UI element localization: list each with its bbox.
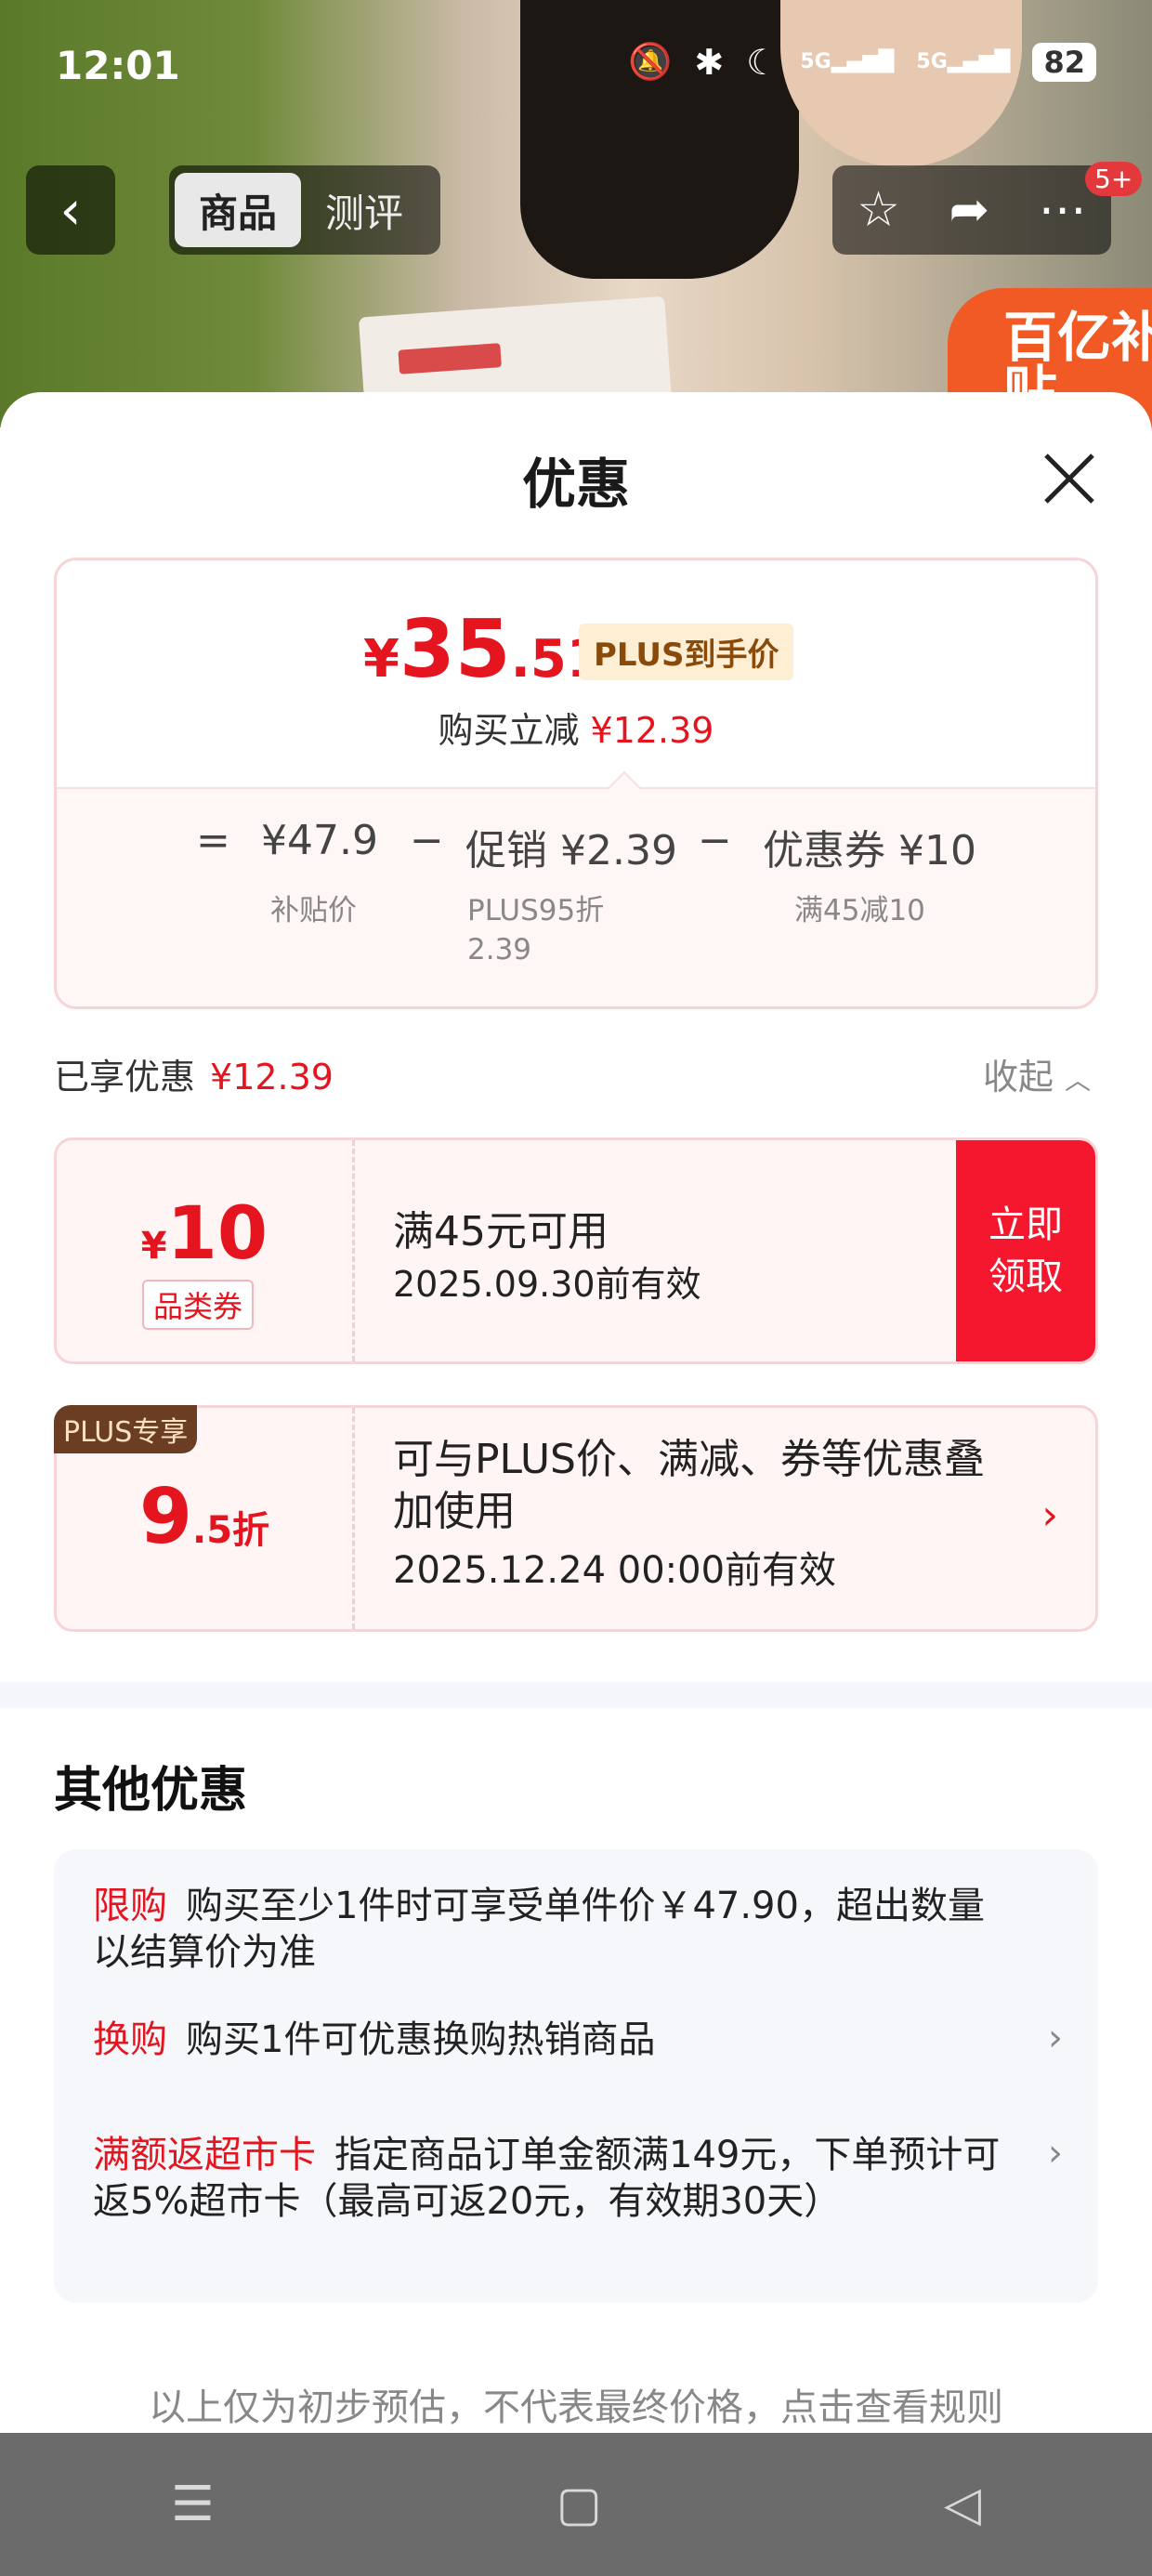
signal-5g-icon-2: 5G▂▄▆█ xyxy=(916,50,1011,73)
chevron-right-icon: › xyxy=(1048,2132,1063,2175)
battery-icon: 82 xyxy=(1032,42,1096,82)
formula-minus: − xyxy=(698,817,732,864)
nav-actions: ☆ ➦ ⋯ xyxy=(832,165,1111,255)
back-triangle-icon[interactable]: ◁ xyxy=(944,2477,981,2532)
top-tabs: 商品 测评 xyxy=(169,165,440,255)
formula-equals: = xyxy=(196,817,230,864)
status-bar: 12:01 🔕 ✱ ☾ 5G▂▄▆█ 5G▂▄▆█ 82 xyxy=(0,0,1152,139)
discount-sheet: 优惠 ¥35.51 PLUS到手价 购买立减 ¥12.39 = ¥47.9 − 促… xyxy=(0,392,1152,2576)
star-icon[interactable]: ☆ xyxy=(857,182,900,238)
coupon-category: 品类券 xyxy=(142,1280,255,1330)
coupon-amount: ¥10 xyxy=(140,1192,268,1276)
tab-product[interactable]: 商品 xyxy=(175,173,301,247)
formula-coupon: 优惠券 ¥10 xyxy=(763,827,976,874)
signal-5g-icon: 5G▂▄▆█ xyxy=(800,50,895,73)
formula-promo: 促销 ¥2.39 xyxy=(465,827,677,874)
formula-coupon-sub: 满45减10 xyxy=(794,894,925,927)
offer-item-card-rebate[interactable]: 满额返超市卡 指定商品订单金额满149元，下单预计可返5%超市卡（最高可返20元，… xyxy=(93,2132,1013,2225)
status-time: 12:01 xyxy=(56,43,180,88)
formula-minus: − xyxy=(410,817,444,864)
plus-discount-value: 9.5折 xyxy=(138,1473,270,1561)
moon-icon: ☾ xyxy=(746,41,779,83)
menu-icon[interactable]: ☰ xyxy=(171,2477,215,2532)
price-card: ¥35.51 PLUS到手价 购买立减 ¥12.39 = ¥47.9 − 促销 ¥… xyxy=(54,558,1098,1009)
formula-promo-sub: PLUS95折 2.39 xyxy=(467,894,605,966)
formula-base: ¥47.9 xyxy=(261,817,378,864)
system-nav-bar: ☰ ▢ ◁ xyxy=(0,2433,1152,2576)
coupon-condition: 满45元可用 xyxy=(393,1208,609,1255)
plus-exclusive-badge: PLUS专享 xyxy=(54,1405,198,1453)
coupon-validity: 2025.09.30前有效 xyxy=(393,1264,701,1305)
chevron-up-icon: ︿ xyxy=(1065,1065,1092,1096)
instant-save: 购买立减 ¥12.39 xyxy=(438,710,714,751)
bluetooth-icon: ✱ xyxy=(694,41,725,83)
back-button[interactable]: ‹ xyxy=(26,165,115,255)
mute-icon: 🔕 xyxy=(628,41,673,82)
section-divider xyxy=(0,1682,1152,1708)
plus-price-tag: PLUS到手价 xyxy=(579,624,794,680)
plus-discount-card[interactable]: 9.5折 PLUS专享 可与PLUS价、满减、券等优惠叠加使用 2025.12.… xyxy=(54,1405,1098,1632)
collapse-button[interactable]: 收起 ︿ xyxy=(983,1048,1091,1099)
plus-discount-desc: 可与PLUS价、满减、券等优惠叠加使用 xyxy=(393,1436,985,1535)
enjoyed-discount: 已享优惠 ¥12.39 xyxy=(54,1057,334,1097)
tab-review[interactable]: 测评 xyxy=(301,173,427,247)
price-formula: = ¥47.9 − 促销 ¥2.39 − 优惠券 ¥10 补贴价 PLUS95折… xyxy=(57,787,1095,1006)
plus-discount-validity: 2025.12.24 00:00前有效 xyxy=(393,1549,837,1592)
other-offers-title: 其他优惠 xyxy=(54,1763,248,1819)
share-icon[interactable]: ➦ xyxy=(949,182,990,238)
final-price: ¥35.51 xyxy=(363,603,603,696)
sheet-title: 优惠 xyxy=(521,453,630,516)
chevron-right-icon: › xyxy=(1041,1492,1058,1539)
offer-item-exchange[interactable]: 换购 购买1件可优惠换购热销商品 xyxy=(93,2017,1013,2063)
offer-item-limit: 限购 购买至少1件时可享受单件价￥47.90，超出数量以结算价为准 xyxy=(93,1885,985,1974)
formula-base-sub: 补贴价 xyxy=(270,894,357,927)
coupon-card: ¥10 品类券 满45元可用 2025.09.30前有效 立即领取 xyxy=(54,1137,1098,1364)
claim-coupon-button[interactable]: 立即领取 xyxy=(956,1140,1095,1361)
other-offers-list: 限购 购买至少1件时可享受单件价￥47.90，超出数量以结算价为准 换购 购买1件可… xyxy=(54,1849,1098,2303)
close-icon[interactable] xyxy=(1037,446,1102,511)
message-badge: 5+ xyxy=(1085,162,1143,196)
chevron-right-icon: › xyxy=(1048,2017,1063,2059)
rules-footnote[interactable]: 以上仅为初步预估，不代表最终价格，点击查看规则 xyxy=(0,2377,1152,2431)
more-icon[interactable]: ⋯ xyxy=(1039,182,1087,238)
chevron-left-icon: ‹ xyxy=(59,178,82,242)
home-icon[interactable]: ▢ xyxy=(556,2477,602,2532)
